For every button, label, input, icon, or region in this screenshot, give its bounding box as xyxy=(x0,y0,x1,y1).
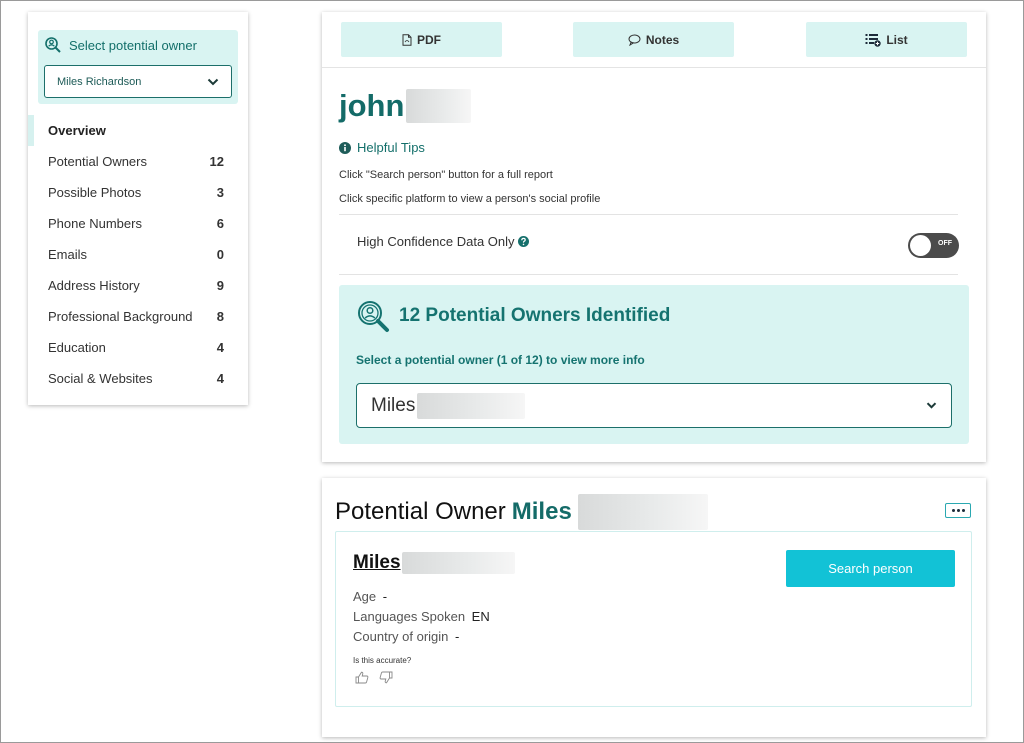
sidebar-item-social-websites[interactable]: Social & Websites 4 xyxy=(28,363,248,394)
redacted-block xyxy=(577,494,708,530)
tip-line-2: Click specific platform to view a person… xyxy=(339,193,601,205)
sidebar-item-count: 12 xyxy=(209,154,224,169)
sidebar-item-label: Emails xyxy=(48,247,88,262)
potential-owner-dropdown[interactable]: Miles xyxy=(356,383,952,428)
high-confidence-toggle[interactable]: OFF xyxy=(908,233,959,258)
owner-dropdown-value: Miles Richardson xyxy=(57,75,142,88)
thumbs-up-icon[interactable] xyxy=(355,671,369,684)
sidebar-item-address-history[interactable]: Address History 9 xyxy=(28,270,248,301)
pdf-button[interactable]: PDF xyxy=(341,22,502,57)
confidence-filter: High Confidence Data Only xyxy=(357,234,529,249)
languages-row: Languages Spoken EN xyxy=(353,609,490,624)
sidebar-nav: Overview Potential Owners 12 Possible Ph… xyxy=(28,115,248,394)
chevron-down-icon xyxy=(207,78,219,85)
redacted-block xyxy=(401,552,515,574)
toggle-knob xyxy=(910,235,931,256)
sidebar-item-overview[interactable]: Overview xyxy=(28,115,248,146)
notes-button-label: Notes xyxy=(645,32,680,47)
divider xyxy=(339,214,958,215)
sidebar-item-professional-background[interactable]: Professional Background 8 xyxy=(28,301,248,332)
search-person-icon xyxy=(45,37,61,53)
accuracy-question: Is this accurate? xyxy=(353,656,412,665)
list-icon xyxy=(865,33,882,47)
languages-value: EN xyxy=(471,609,490,624)
sidebar-item-emails[interactable]: Emails 0 xyxy=(28,239,248,270)
sidebar-item-potential-owners[interactable]: Potential Owners 12 xyxy=(28,146,248,177)
owner-details-box: Miles Search person Age - Languages Spok… xyxy=(335,531,972,707)
sidebar-item-label: Education xyxy=(48,340,106,355)
age-value: - xyxy=(382,589,388,604)
sidebar-item-label: Address History xyxy=(48,278,140,293)
sidebar-item-phone-numbers[interactable]: Phone Numbers 6 xyxy=(28,208,248,239)
info-icon xyxy=(339,141,351,154)
owner-dropdown[interactable]: Miles Richardson xyxy=(44,65,232,98)
potential-owners-panel: 12 Potential Owners Identified Select a … xyxy=(339,285,969,444)
more-icon xyxy=(951,509,955,512)
pdf-icon xyxy=(402,33,412,46)
help-icon[interactable] xyxy=(517,236,529,247)
sidebar-item-label: Possible Photos xyxy=(48,185,142,200)
sidebar-item-count: 6 xyxy=(216,216,224,231)
sidebar-item-label: Overview xyxy=(48,123,106,138)
more-icon xyxy=(961,509,965,512)
languages-label: Languages Spoken xyxy=(353,609,466,624)
person-name-text: john xyxy=(339,88,405,123)
list-button[interactable]: List xyxy=(806,22,967,57)
more-icon xyxy=(956,509,960,512)
owner-select-label: Select potential owner xyxy=(69,37,197,53)
accuracy-feedback xyxy=(355,671,393,684)
pdf-button-label: PDF xyxy=(417,32,441,47)
sidebar-item-count: 4 xyxy=(216,340,224,355)
more-options-button[interactable] xyxy=(945,503,971,518)
toggle-state-label: OFF xyxy=(938,240,952,247)
potential-owner-heading-name: Miles xyxy=(511,498,572,525)
redacted-block xyxy=(417,392,526,419)
country-value: - xyxy=(455,629,460,644)
owner-name[interactable]: Miles xyxy=(353,552,515,574)
potential-owners-subtitle: Select a potential owner (1 of 12) to vi… xyxy=(356,353,645,367)
sidebar: Select potential owner Miles Richardson … xyxy=(28,12,248,405)
sidebar-item-education[interactable]: Education 4 xyxy=(28,332,248,363)
sidebar-item-label: Phone Numbers xyxy=(48,216,142,231)
divider xyxy=(339,274,958,275)
redacted-block xyxy=(406,89,472,123)
notes-icon xyxy=(628,34,641,46)
potential-owner-card: Potential Owner Miles Miles Search perso… xyxy=(322,478,986,737)
owner-select-header: Select potential owner xyxy=(44,36,197,54)
sidebar-item-count: 0 xyxy=(216,247,224,262)
sidebar-item-count: 4 xyxy=(216,371,224,386)
country-row: Country of origin - xyxy=(353,629,459,644)
list-button-label: List xyxy=(886,32,908,47)
sidebar-item-possible-photos[interactable]: Possible Photos 3 xyxy=(28,177,248,208)
helpful-tips-header: Helpful Tips xyxy=(339,140,425,155)
thumbs-down-icon[interactable] xyxy=(379,671,393,684)
potential-owners-title-text: 12 Potential Owners Identified xyxy=(399,305,671,326)
chevron-down-icon xyxy=(926,402,937,409)
country-label: Country of origin xyxy=(353,629,449,644)
tip-line-1: Click "Search person" button for a full … xyxy=(339,169,553,181)
toolbar: PDF Notes List xyxy=(322,12,986,68)
age-label: Age xyxy=(353,589,377,604)
potential-owner-heading: Potential Owner Miles xyxy=(335,494,708,530)
sidebar-item-label: Potential Owners xyxy=(48,154,147,169)
owner-select-box: Select potential owner Miles Richardson xyxy=(38,30,238,104)
owner-name-link[interactable]: Miles xyxy=(353,552,401,574)
search-person-icon xyxy=(358,301,389,332)
sidebar-item-count: 8 xyxy=(216,309,224,324)
report-card: PDF Notes List john Helpful Tips Click "… xyxy=(322,12,986,462)
age-row: Age - xyxy=(353,589,387,604)
sidebar-item-count: 9 xyxy=(216,278,224,293)
potential-owner-heading-prefix: Potential Owner xyxy=(335,498,506,525)
sidebar-item-count: 3 xyxy=(216,185,224,200)
sidebar-item-label: Social & Websites xyxy=(48,371,153,386)
notes-button[interactable]: Notes xyxy=(573,22,734,57)
confidence-label: High Confidence Data Only xyxy=(357,234,515,249)
person-name: john xyxy=(339,88,472,124)
search-person-button[interactable]: Search person xyxy=(786,550,955,587)
sidebar-item-label: Professional Background xyxy=(48,309,193,324)
helpful-tips-title: Helpful Tips xyxy=(357,140,425,155)
potential-owner-dropdown-value: Miles xyxy=(371,392,526,419)
potential-owners-title: 12 Potential Owners Identified xyxy=(356,299,670,333)
potential-owner-selected-name: Miles xyxy=(371,394,416,416)
